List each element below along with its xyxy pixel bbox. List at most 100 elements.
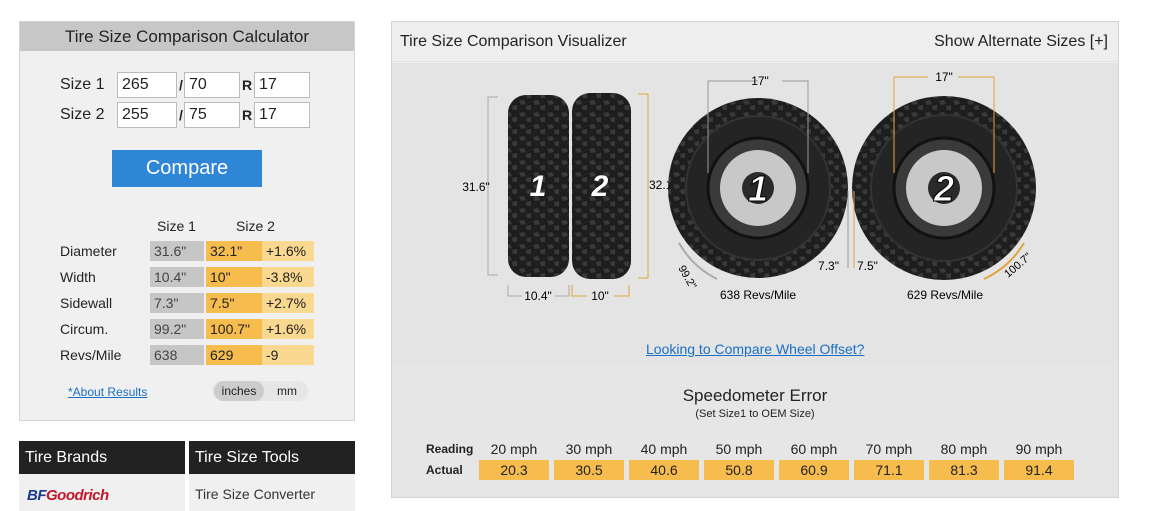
rim2-label: 17"	[935, 70, 953, 84]
reading-cell: 80 mph	[940, 441, 988, 457]
bfgoodrich-logo[interactable]: BFGoodrich	[27, 487, 109, 504]
result-size1-value: 10.4"	[150, 267, 204, 287]
size2-width-input[interactable]	[117, 102, 177, 128]
reading-cell: 70 mph	[865, 441, 913, 457]
result-diff-value: -3.8%	[262, 267, 314, 287]
result-row-diameter: Diameter 31.6" 32.1" +1.6%	[60, 241, 320, 261]
visualizer-stage: 1 2 31.6" 32.1" 10.4" 10" 1 17" 7.3" 99.…	[392, 63, 1118, 366]
tire-brands-title: Tire Brands	[19, 441, 185, 474]
size1-label: Size 1	[60, 76, 105, 93]
result-size2-value: 629	[206, 345, 262, 365]
dia2-dimension	[638, 93, 649, 279]
tire-size-tools-box: Tire Size Tools Tire Size Converter	[189, 441, 355, 511]
tire1-side-view: 1	[668, 98, 848, 278]
calculator-title: Tire Size Comparison Calculator	[20, 22, 354, 51]
width1-label: 10.4"	[524, 289, 552, 303]
result-size2-value: 10"	[206, 267, 262, 287]
tire-diagram: 1 2 31.6" 32.1" 10.4" 10" 1 17" 7.3" 99.…	[462, 70, 1036, 303]
tire-brands-box: Tire Brands BFGoodrich	[19, 441, 185, 511]
visualizer-title: Tire Size Comparison Visualizer	[400, 33, 627, 50]
result-label: Diameter	[60, 243, 117, 259]
reading-cell: 20 mph	[490, 441, 538, 457]
size2-ratio-input[interactable]	[184, 102, 240, 128]
actual-label: Actual	[426, 463, 463, 477]
reading-cell: 40 mph	[640, 441, 688, 457]
result-row-circumference: Circum. 99.2" 100.7" +1.6%	[60, 319, 320, 339]
circ1-label: 99.2"	[675, 264, 698, 292]
unit-mm-option[interactable]: mm	[268, 381, 306, 401]
result-size1-value: 99.2"	[150, 319, 204, 339]
reading-cell: 50 mph	[715, 441, 763, 457]
result-label: Width	[60, 269, 96, 285]
speedometer-subtitle: (Set Size1 to OEM Size)	[695, 408, 815, 420]
reading-cell: 90 mph	[1015, 441, 1063, 457]
visualizer-panel: Tire Size Comparison Visualizer Show Alt…	[391, 21, 1119, 498]
tire2-side-number: 2	[933, 168, 954, 209]
r-label: R	[242, 107, 253, 123]
size1-width-input[interactable]	[117, 72, 177, 98]
reading-cell: 30 mph	[565, 441, 613, 457]
actual-cell: 60.9	[779, 460, 849, 480]
result-size1-value: 7.3"	[150, 293, 204, 313]
tire1-side-number: 1	[748, 168, 768, 209]
tire1-front-view: 1	[508, 95, 569, 277]
size1-rim-input[interactable]	[254, 72, 310, 98]
result-size2-value: 32.1"	[206, 241, 262, 261]
rim1-label: 17"	[751, 74, 769, 88]
tire2-front-view: 2	[572, 93, 631, 279]
result-row-revs: Revs/Mile 638 629 -9	[60, 345, 320, 365]
actual-cell: 30.5	[554, 460, 624, 480]
tire2-side-view: 2	[852, 96, 1036, 280]
about-results-link[interactable]: *About Results	[68, 385, 147, 399]
actual-cell: 71.1	[854, 460, 924, 480]
side2-label: 7.5"	[857, 259, 878, 273]
result-label: Circum.	[60, 321, 109, 337]
result-row-width: Width 10.4" 10" -3.8%	[60, 267, 320, 287]
reading-cell: 60 mph	[790, 441, 838, 457]
visualizer-header: Tire Size Comparison Visualizer Show Alt…	[392, 22, 1118, 62]
results-col-size1: Size 1	[157, 218, 196, 234]
actual-cell: 50.8	[704, 460, 774, 480]
tire-size-converter-link[interactable]: Tire Size Converter	[195, 486, 315, 502]
dia1-label: 31.6"	[462, 180, 490, 194]
compare-button[interactable]: Compare	[112, 150, 262, 187]
speedometer-title: Speedometer Error	[682, 386, 828, 405]
revs2-label: 629 Revs/Mile	[907, 288, 983, 302]
revs1-label: 638 Revs/Mile	[720, 288, 796, 302]
circ2-label: 100.7"	[1002, 251, 1034, 280]
calculator-panel: Tire Size Comparison Calculator Size 1 /…	[19, 21, 355, 421]
actual-cell: 81.3	[929, 460, 999, 480]
result-diff-value: +1.6%	[262, 241, 314, 261]
result-row-sidewall: Sidewall 7.3" 7.5" +2.7%	[60, 293, 320, 313]
size1-ratio-input[interactable]	[184, 72, 240, 98]
result-size1-value: 31.6"	[150, 241, 204, 261]
size2-label: Size 2	[60, 106, 105, 123]
tire2-number: 2	[591, 170, 609, 203]
result-diff-value: +2.7%	[262, 293, 314, 313]
tire1-number: 1	[530, 170, 547, 203]
result-diff-value: +1.6%	[262, 319, 314, 339]
tire-size-tools-title: Tire Size Tools	[189, 441, 355, 474]
compare-wheel-offset-link[interactable]: Looking to Compare Wheel Offset?	[646, 341, 864, 357]
results-col-size2: Size 2	[236, 218, 275, 234]
result-diff-value: -9	[262, 345, 314, 365]
result-label: Revs/Mile	[60, 347, 122, 363]
show-alternate-sizes-toggle[interactable]: Show Alternate Sizes [+]	[934, 33, 1108, 51]
unit-inches-option[interactable]: inches	[214, 381, 264, 401]
result-label: Sidewall	[60, 295, 113, 311]
size2-rim-input[interactable]	[254, 102, 310, 128]
speedometer-error-section: Speedometer Error (Set Size1 to OEM Size…	[392, 366, 1118, 497]
reading-label: Reading	[426, 442, 474, 456]
result-size1-value: 638	[150, 345, 204, 365]
unit-toggle[interactable]: inches mm	[212, 381, 308, 401]
actual-cell: 20.3	[479, 460, 549, 480]
actual-cell: 40.6	[629, 460, 699, 480]
side1-label: 7.3"	[818, 259, 839, 273]
width2-label: 10"	[591, 289, 609, 303]
result-size2-value: 100.7"	[206, 319, 262, 339]
actual-cell: 91.4	[1004, 460, 1074, 480]
slash: /	[179, 77, 183, 93]
r-label: R	[242, 77, 253, 93]
slash: /	[179, 107, 183, 123]
result-size2-value: 7.5"	[206, 293, 262, 313]
